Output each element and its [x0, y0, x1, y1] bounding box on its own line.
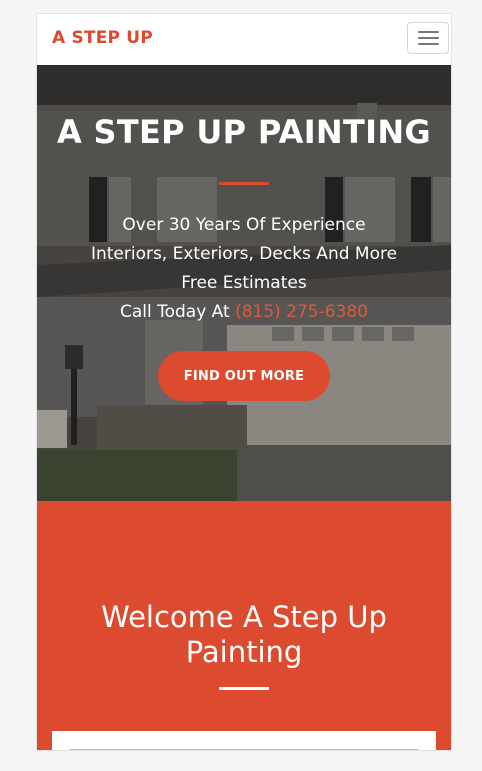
hero-line-experience: Over 30 Years Of Experience [122, 215, 366, 235]
find-out-more-button[interactable]: FIND OUT MORE [158, 351, 330, 401]
hero-divider [219, 182, 269, 185]
hero-line-call: Call Today At (815) 275-6380 [37, 298, 451, 327]
hero-subtitle: Over 30 Years Of Experience Interiors, E… [37, 211, 451, 327]
hero-line-services: Interiors, Exteriors, Decks And More [90, 244, 398, 264]
phone-link[interactable]: (815) 275-6380 [235, 302, 368, 322]
hero-section: A STEP UP PAINTING Over 30 Years Of Expe… [37, 65, 451, 501]
call-prefix: Call Today At [119, 302, 230, 322]
welcome-title-line-2: Painting [185, 635, 303, 669]
welcome-title-line-1: Welcome A Step Up [101, 600, 387, 634]
hero-line-estimates: Free Estimates [181, 273, 307, 293]
content-card [52, 731, 436, 750]
welcome-section: Welcome A Step Up Painting [37, 501, 451, 750]
page: A STEP UP A STEP UP PAINTING Over 30 Yea… [37, 14, 451, 750]
card-image [70, 749, 418, 750]
hero-title: A STEP UP PAINTING [57, 113, 431, 151]
welcome-title: Welcome A Step Up Painting [57, 600, 431, 670]
menu-toggle-button[interactable] [407, 22, 449, 54]
hero-content: A STEP UP PAINTING Over 30 Years Of Expe… [37, 65, 451, 501]
brand-logo[interactable]: A STEP UP [52, 28, 153, 48]
navbar: A STEP UP [37, 14, 451, 66]
welcome-divider [219, 687, 269, 690]
